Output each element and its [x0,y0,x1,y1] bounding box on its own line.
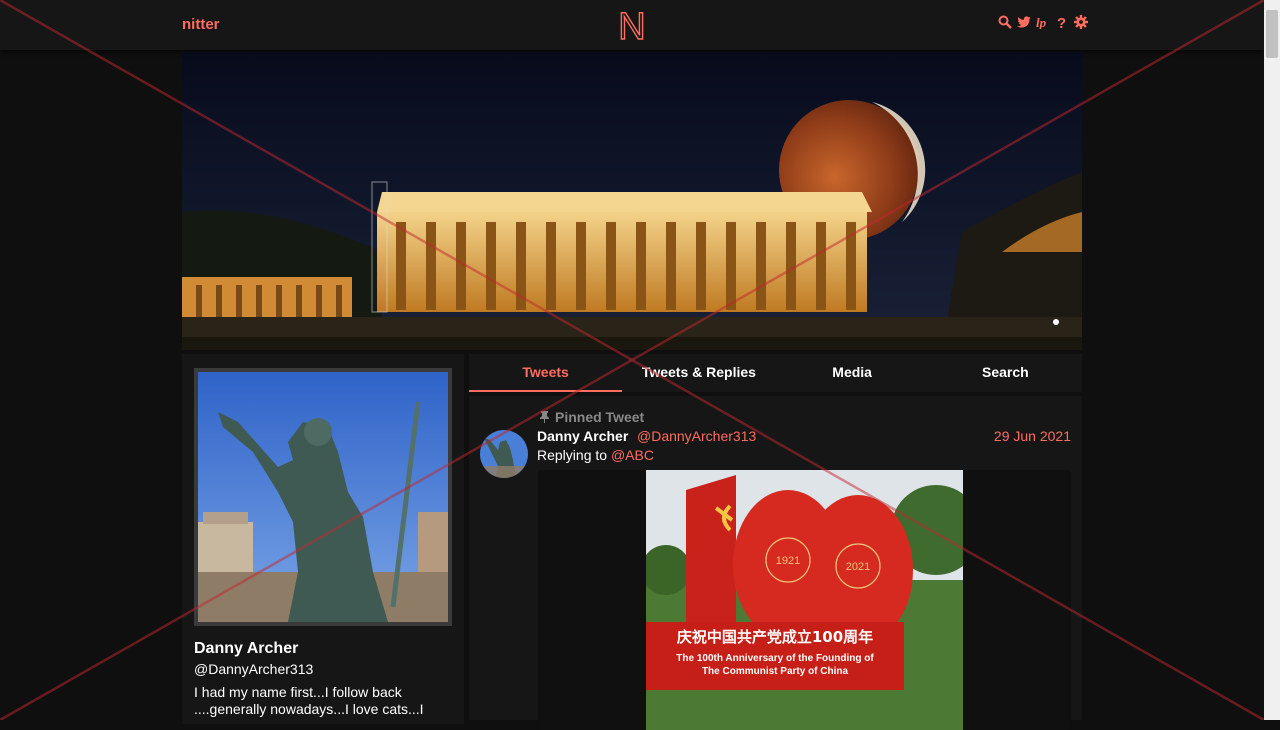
scrollbar-thumb[interactable] [1266,10,1278,58]
logo-letter: N [618,6,645,44]
pinned-text: Pinned Tweet [555,409,645,425]
tweet-author-name[interactable]: Danny Archer [537,428,628,444]
pin-icon [540,411,549,423]
english-banner-line1: The 100th Anniversary of the Founding of [676,653,874,664]
main-container: Danny Archer @DannyArcher313 I had my na… [182,52,1082,730]
tweet-author-handle[interactable]: @DannyArcher313 [637,428,756,444]
svg-text:?: ? [1057,15,1066,29]
search-icon[interactable] [998,15,1012,31]
nitter-logo[interactable]: N [617,6,647,44]
profile-card: Danny Archer @DannyArcher313 I had my na… [182,354,464,724]
tweet-avatar-image [480,430,528,478]
profile-handle[interactable]: @DannyArcher313 [194,661,313,677]
profile-banner[interactable] [182,52,1082,350]
year-end: 2021 [846,561,870,573]
twitter-icon[interactable] [1017,15,1031,31]
lp-icon[interactable]: lp [1036,15,1050,31]
replying-to-label: Replying to [537,447,608,463]
tweet-avatar[interactable] [480,430,528,478]
statue-avatar-image [198,372,448,622]
settings-icon[interactable] [1074,15,1088,31]
page-scrollbar[interactable] [1264,0,1280,720]
profile-avatar-frame[interactable] [194,368,452,626]
navbar: nitter N lp ? [0,0,1264,50]
tab-tweets-replies[interactable]: Tweets & Replies [622,354,775,392]
nav-icons: lp ? [998,15,1088,32]
svg-text:lp: lp [1036,15,1047,29]
nitter-home-link[interactable]: nitter [182,16,220,33]
tweet-image[interactable]: 1921 2021 庆祝中国共产党成立100周年 The 100th Anniv… [646,470,963,730]
parthenon-moon-banner-image [182,52,1082,350]
tab-media[interactable]: Media [776,354,929,392]
pinned-tweet-label: Pinned Tweet [539,409,644,425]
replying-to-handle[interactable]: @ABC [611,447,654,463]
profile-avatar[interactable] [198,372,448,622]
replying-to: Replying to @ABC [537,447,654,463]
timeline-tabs: Tweets Tweets & Replies Media Search [469,354,1082,392]
year-start: 1921 [776,555,800,567]
tab-tweets[interactable]: Tweets [469,354,623,392]
tweet-date[interactable]: 29 Jun 2021 [994,428,1071,444]
timeline: Pinned Tweet Danny Archer @DannyArcher31… [469,396,1082,730]
english-banner-line2: The Communist Party of China [702,666,849,677]
profile-name[interactable]: Danny Archer [194,640,298,658]
tweet-media: 1921 2021 庆祝中国共产党成立100周年 The 100th Anniv… [538,470,1071,730]
tab-search[interactable]: Search [929,354,1082,392]
help-icon[interactable]: ? [1055,15,1069,32]
chinese-banner-text: 庆祝中国共产党成立100周年 [677,628,873,646]
cpc-anniversary-photo: 1921 2021 庆祝中国共产党成立100周年 The 100th Anniv… [646,470,963,730]
profile-bio: I had my name first...I follow back ....… [194,684,424,717]
